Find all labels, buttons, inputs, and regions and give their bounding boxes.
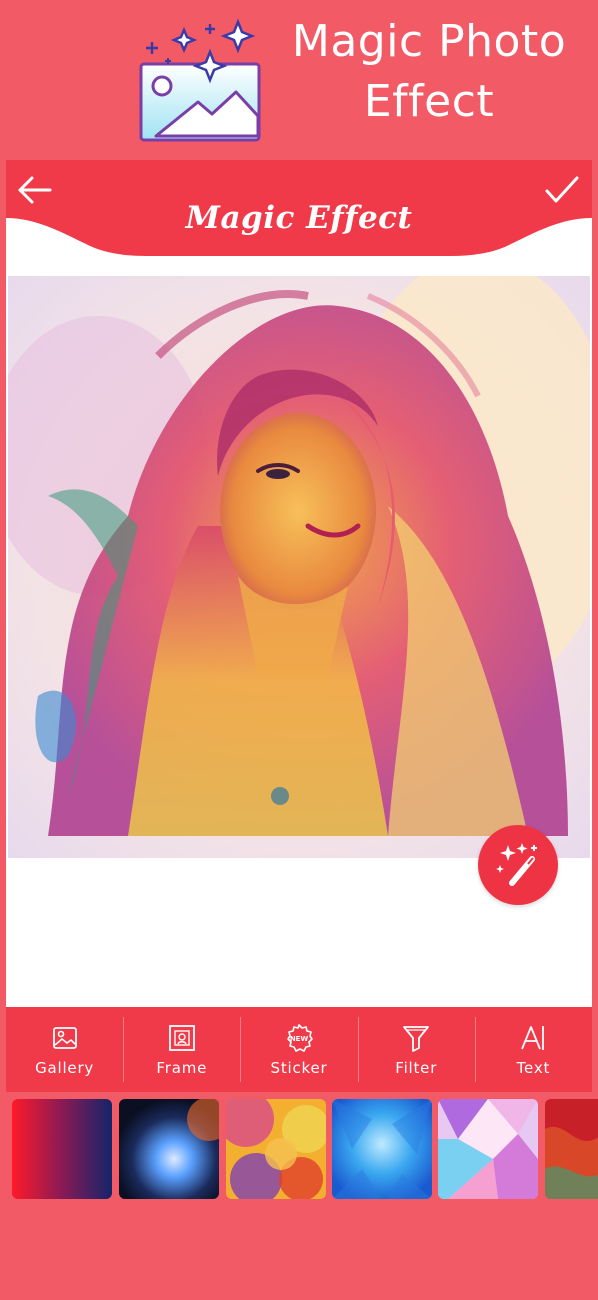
photo-canvas[interactable] — [8, 276, 590, 858]
background-thumbnails — [0, 1097, 598, 1201]
tool-frame[interactable]: Frame — [123, 1007, 240, 1092]
svg-text:NEW: NEW — [290, 1035, 309, 1043]
tool-label: Frame — [156, 1058, 208, 1077]
screen-title: Magic Effect — [185, 200, 413, 236]
new-badge-icon: NEW — [287, 1023, 313, 1052]
tool-gallery[interactable]: Gallery — [6, 1007, 123, 1092]
bg-thumb-pastel-polygon[interactable] — [438, 1099, 538, 1199]
bg-thumb-watercolor-multicolor[interactable] — [226, 1099, 326, 1199]
bottom-toolbar: Gallery Frame NEW Sticker Filter Text — [6, 1007, 592, 1092]
image-sparkle-icon — [138, 18, 264, 144]
funnel-icon — [403, 1025, 430, 1052]
tool-label: Sticker — [270, 1058, 328, 1077]
phone-screen: Magic Effect Gallery Frame NEW Sticker F… — [6, 160, 592, 1092]
magic-effect-button[interactable] — [478, 825, 558, 905]
edited-photo — [8, 276, 590, 858]
promo-title-line1: Magic Photo — [291, 16, 567, 67]
text-icon — [521, 1025, 545, 1050]
bg-thumb-blue-polygon[interactable] — [332, 1099, 432, 1199]
bg-thumb-red-foil[interactable] — [545, 1099, 598, 1199]
bg-thumb-red-navy-gradient[interactable] — [12, 1099, 112, 1199]
bg-thumb-blue-light-flare[interactable] — [119, 1099, 219, 1199]
tool-label: Text — [516, 1058, 551, 1077]
promo-title: Magic Photo Effect — [274, 12, 584, 132]
tool-label: Gallery — [35, 1058, 95, 1077]
tool-label: Filter — [395, 1058, 438, 1077]
tool-text[interactable]: Text — [474, 1007, 592, 1092]
image-icon — [52, 1026, 77, 1049]
promo-title-line2: Effect — [363, 76, 495, 127]
tool-sticker[interactable]: NEW Sticker — [240, 1007, 357, 1092]
app-bar: Magic Effect — [6, 160, 592, 260]
frame-icon — [168, 1024, 195, 1051]
tool-filter[interactable]: Filter — [357, 1007, 475, 1092]
magic-wand-icon — [496, 843, 537, 886]
promo-header: Magic Photo Effect — [0, 0, 598, 155]
